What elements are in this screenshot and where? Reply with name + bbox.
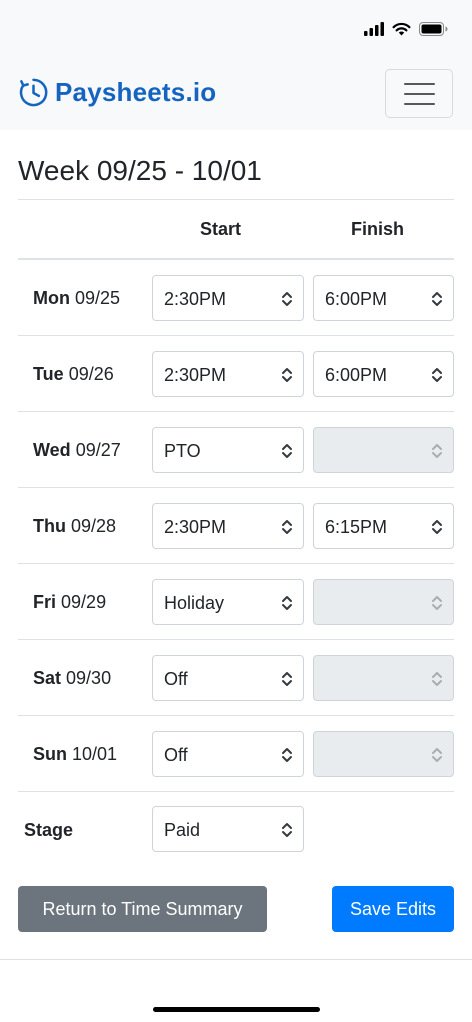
row-divider	[18, 563, 454, 564]
day-label: Sun 10/01	[33, 744, 117, 765]
status-bar	[0, 0, 472, 60]
battery-icon	[419, 22, 448, 36]
day-label: Sat 09/30	[33, 668, 111, 689]
status-icons	[364, 22, 448, 36]
day-label: Tue 09/26	[33, 364, 114, 385]
save-edits-button[interactable]: Save Edits	[332, 886, 454, 932]
column-header-start: Start	[200, 219, 242, 239]
row-divider	[18, 715, 454, 716]
day-date: 09/26	[68, 364, 114, 384]
start-time-value: PTO	[164, 441, 201, 461]
menu-toggle-button[interactable]	[385, 69, 453, 118]
select-caret-icon	[432, 444, 442, 458]
finish-time-value: 6:00PM	[325, 289, 388, 309]
day-date: 09/27	[75, 440, 121, 460]
start-time-value: Off	[164, 745, 188, 765]
divider	[18, 199, 454, 200]
return-to-time-summary-button[interactable]: Return to Time Summary	[18, 886, 267, 932]
stage-select-value: Paid	[164, 820, 201, 840]
brand-name: Paysheets.io	[55, 77, 217, 107]
finish-time-select[interactable]: 6:00PM	[313, 275, 454, 321]
stage-label: Stage	[24, 820, 74, 840]
clock-icon	[19, 78, 48, 107]
day-label: Mon 09/25	[33, 288, 120, 309]
finish-time-select[interactable]: 6:00PM	[313, 351, 454, 397]
row-divider	[18, 335, 454, 336]
select-caret-icon	[282, 672, 292, 686]
cellular-signal-icon	[364, 22, 384, 36]
start-time-value: 2:30PM	[164, 365, 227, 385]
day-label: Fri 09/29	[33, 592, 106, 613]
select-caret-icon	[432, 292, 442, 306]
finish-time-select	[313, 427, 454, 473]
start-time-value: Holiday	[164, 593, 225, 613]
start-time-select[interactable]: 2:30PM	[152, 503, 304, 549]
day-date: 09/25	[75, 288, 121, 308]
stage-select[interactable]: Paid	[152, 806, 304, 852]
day-name: Sun	[33, 744, 67, 764]
select-caret-icon	[282, 520, 292, 534]
select-caret-icon	[432, 520, 442, 534]
select-caret-icon	[432, 748, 442, 762]
day-name: Sat	[33, 668, 62, 688]
navbar: Paysheets.io	[0, 60, 472, 130]
row-divider	[18, 791, 454, 792]
finish-time-select[interactable]: 6:15PM	[313, 503, 454, 549]
row-divider	[18, 411, 454, 412]
day-date: 09/28	[71, 516, 117, 536]
start-time-select[interactable]: 2:30PM	[152, 351, 304, 397]
footer-divider	[0, 959, 472, 960]
brand-link[interactable]: Paysheets.io	[18, 77, 216, 108]
select-caret-icon	[282, 292, 292, 306]
day-name: Tue	[33, 364, 64, 384]
day-label: Wed 09/27	[33, 440, 121, 461]
day-label: Thu 09/28	[33, 516, 116, 537]
start-time-value: 2:30PM	[164, 517, 227, 537]
day-name: Mon	[33, 288, 70, 308]
start-time-select[interactable]: Off	[152, 731, 304, 777]
header-divider	[18, 258, 454, 260]
row-divider	[18, 639, 454, 640]
finish-time-select	[313, 655, 454, 701]
select-caret-icon	[432, 368, 442, 382]
select-caret-icon	[282, 444, 292, 458]
wifi-icon	[392, 22, 411, 36]
day-name: Wed	[33, 440, 71, 460]
page-title: Week 09/25 - 10/01	[18, 155, 262, 186]
start-time-select[interactable]: PTO	[152, 427, 304, 473]
day-date: 09/30	[66, 668, 112, 688]
finish-time-value: 6:15PM	[325, 517, 388, 537]
home-indicator	[153, 1007, 320, 1012]
day-name: Fri	[33, 592, 57, 612]
finish-time-select	[313, 731, 454, 777]
start-time-value: 2:30PM	[164, 289, 227, 309]
day-name: Thu	[33, 516, 66, 536]
select-caret-icon	[432, 672, 442, 686]
column-header-finish: Finish	[351, 219, 404, 239]
start-time-select[interactable]: Holiday	[152, 579, 304, 625]
select-caret-icon	[282, 748, 292, 762]
hamburger-icon	[404, 83, 435, 85]
day-date: 10/01	[72, 744, 118, 764]
select-caret-icon	[432, 596, 442, 610]
select-caret-icon	[282, 596, 292, 610]
finish-time-value: 6:00PM	[325, 365, 388, 385]
select-caret-icon	[282, 823, 292, 837]
start-time-select[interactable]: Off	[152, 655, 304, 701]
finish-time-select	[313, 579, 454, 625]
start-time-value: Off	[164, 669, 188, 689]
day-date: 09/29	[61, 592, 107, 612]
start-time-select[interactable]: 2:30PM	[152, 275, 304, 321]
row-divider	[18, 487, 454, 488]
select-caret-icon	[282, 368, 292, 382]
